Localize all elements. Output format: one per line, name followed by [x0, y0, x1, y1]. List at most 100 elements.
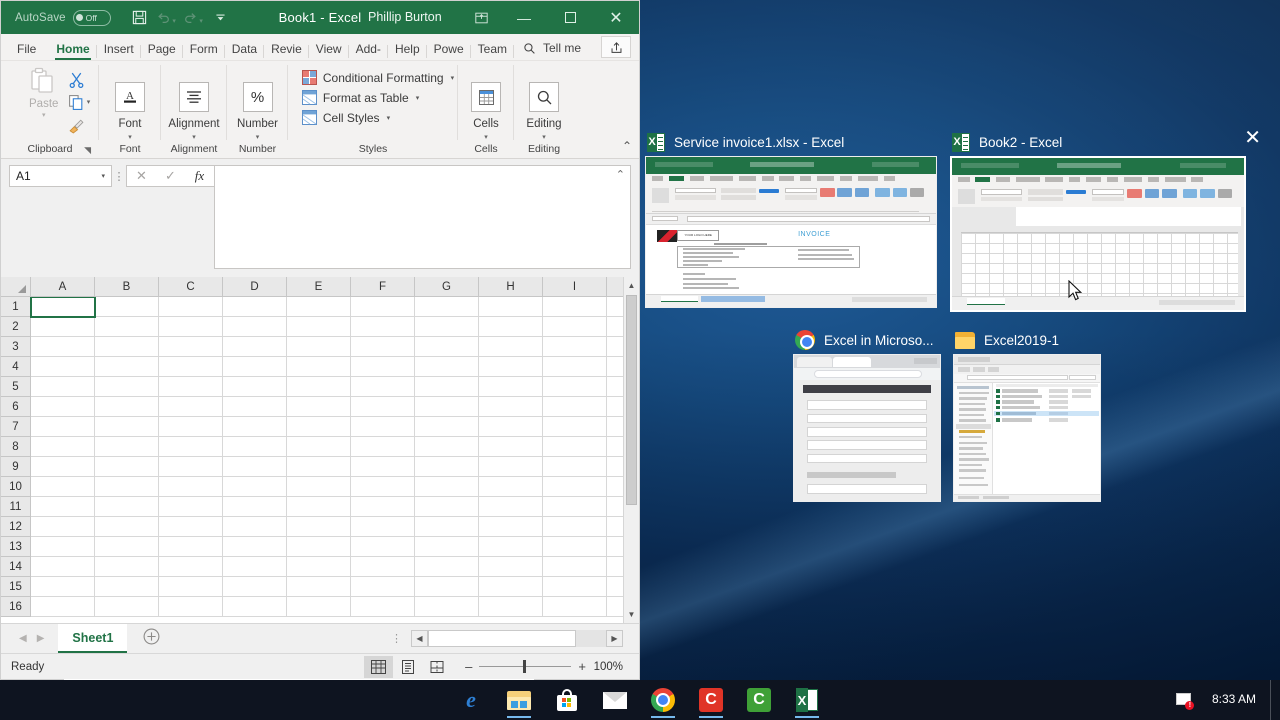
cell-partial-1[interactable] — [607, 297, 623, 317]
taskbar-mail-icon[interactable] — [591, 680, 639, 720]
page-break-preview-icon[interactable] — [422, 656, 451, 678]
zoom-out-button[interactable]: – — [465, 659, 472, 674]
cell-G15[interactable] — [415, 577, 479, 597]
cell-D13[interactable] — [223, 537, 287, 557]
chevron-down-icon[interactable]: ▾ — [192, 133, 196, 141]
cell-H10[interactable] — [479, 477, 543, 497]
cell-C11[interactable] — [159, 497, 223, 517]
scroll-down-icon[interactable]: ▼ — [623, 606, 639, 623]
cell-H12[interactable] — [479, 517, 543, 537]
cell-E10[interactable] — [287, 477, 351, 497]
cell-I12[interactable] — [543, 517, 607, 537]
tab-insert[interactable]: Insert — [97, 43, 141, 60]
horizontal-scrollbar[interactable]: ◀ ▶ — [411, 630, 623, 647]
cell-B15[interactable] — [95, 577, 159, 597]
cell-D6[interactable] — [223, 397, 287, 417]
cell-C4[interactable] — [159, 357, 223, 377]
cell-C1[interactable] — [159, 297, 223, 317]
cell-C9[interactable] — [159, 457, 223, 477]
cell-E7[interactable] — [287, 417, 351, 437]
alt-tab-thumbnail-book2[interactable] — [950, 156, 1246, 312]
cell-A2[interactable] — [31, 317, 95, 337]
autosave-switch[interactable]: Off — [72, 9, 111, 26]
alt-tab-thumbnail-folder[interactable] — [953, 354, 1101, 502]
close-icon[interactable]: ✕ — [1244, 128, 1261, 148]
cell-B14[interactable] — [95, 557, 159, 577]
cell-partial-8[interactable] — [607, 437, 623, 457]
chevron-left-icon[interactable]: ◀ — [19, 633, 27, 644]
cell-partial-2[interactable] — [607, 317, 623, 337]
cell-D1[interactable] — [223, 297, 287, 317]
taskbar-camtasia-icon[interactable]: C — [687, 680, 735, 720]
cell-A5[interactable] — [31, 377, 95, 397]
cell-I6[interactable] — [543, 397, 607, 417]
cell-C13[interactable] — [159, 537, 223, 557]
cell-F2[interactable] — [351, 317, 415, 337]
alt-tab-thumbnail-service-invoice[interactable]: YOUR LOGO HERE INVOICE — [645, 156, 937, 308]
cell-G11[interactable] — [415, 497, 479, 517]
clipboard-dialog-launcher[interactable]: ◥ — [84, 145, 91, 156]
row-header-9[interactable]: 9 — [1, 457, 31, 477]
cell-partial-7[interactable] — [607, 417, 623, 437]
cell-I13[interactable] — [543, 537, 607, 557]
chevron-down-icon[interactable]: ▾ — [42, 111, 46, 119]
cell-I10[interactable] — [543, 477, 607, 497]
cell-H3[interactable] — [479, 337, 543, 357]
cell-D5[interactable] — [223, 377, 287, 397]
maximize-icon[interactable] — [547, 1, 593, 34]
cell-H15[interactable] — [479, 577, 543, 597]
cell-G6[interactable] — [415, 397, 479, 417]
alt-tab-thumbnail-chrome[interactable] — [793, 354, 941, 502]
cell-C12[interactable] — [159, 517, 223, 537]
normal-view-icon[interactable] — [364, 655, 394, 678]
cell-B1[interactable] — [95, 297, 159, 317]
cell-H6[interactable] — [479, 397, 543, 417]
cell-E2[interactable] — [287, 317, 351, 337]
alignment-button[interactable]: Alignment ▾ — [164, 78, 224, 141]
cell-E16[interactable] — [287, 597, 351, 617]
select-all-corner[interactable] — [1, 277, 31, 297]
close-icon[interactable]: ✕ — [593, 1, 639, 34]
clock[interactable]: 8:33 AM — [1204, 693, 1270, 706]
name-box[interactable]: A1 ▾ — [9, 165, 112, 187]
row-header-5[interactable]: 5 — [1, 377, 31, 397]
cells-button[interactable]: Cells ▾ — [456, 78, 516, 141]
row-header-15[interactable]: 15 — [1, 577, 31, 597]
cell-F5[interactable] — [351, 377, 415, 397]
vertical-scroll-thumb[interactable] — [626, 295, 637, 505]
cell-G10[interactable] — [415, 477, 479, 497]
cell-area[interactable] — [30, 297, 623, 623]
number-button[interactable]: % Number ▾ — [228, 78, 288, 141]
taskbar-chrome-icon[interactable] — [639, 680, 687, 720]
cell-C8[interactable] — [159, 437, 223, 457]
cell-partial-14[interactable] — [607, 557, 623, 577]
cell-A3[interactable] — [31, 337, 95, 357]
cell-A13[interactable] — [31, 537, 95, 557]
cell-A7[interactable] — [31, 417, 95, 437]
taskbar-file-explorer-icon[interactable] — [495, 680, 543, 720]
zoom-control[interactable]: – + 100% — [451, 659, 639, 674]
tab-team[interactable]: Team — [471, 43, 514, 60]
cell-B5[interactable] — [95, 377, 159, 397]
cell-F10[interactable] — [351, 477, 415, 497]
cell-partial-13[interactable] — [607, 537, 623, 557]
tab-help[interactable]: Help — [388, 43, 427, 60]
tab-page-layout[interactable]: Page — [141, 43, 183, 60]
cell-A1[interactable] — [30, 297, 96, 318]
chevron-down-icon[interactable]: ▾ — [416, 94, 420, 102]
cell-E5[interactable] — [287, 377, 351, 397]
cell-F13[interactable] — [351, 537, 415, 557]
scroll-right-icon[interactable]: ▶ — [606, 630, 623, 647]
alt-tab-item-book2[interactable]: X Book2 - Excel ✕ — [950, 128, 1261, 312]
cell-I9[interactable] — [543, 457, 607, 477]
cell-H7[interactable] — [479, 417, 543, 437]
cell-partial-10[interactable] — [607, 477, 623, 497]
cell-C16[interactable] — [159, 597, 223, 617]
horizontal-scroll-track[interactable] — [428, 630, 606, 647]
tab-view[interactable]: View — [309, 43, 349, 60]
cell-B8[interactable] — [95, 437, 159, 457]
copy-button[interactable]: ▾ — [68, 92, 90, 112]
network-error-icon[interactable]: ! — [1166, 680, 1204, 720]
cell-E12[interactable] — [287, 517, 351, 537]
cell-I5[interactable] — [543, 377, 607, 397]
